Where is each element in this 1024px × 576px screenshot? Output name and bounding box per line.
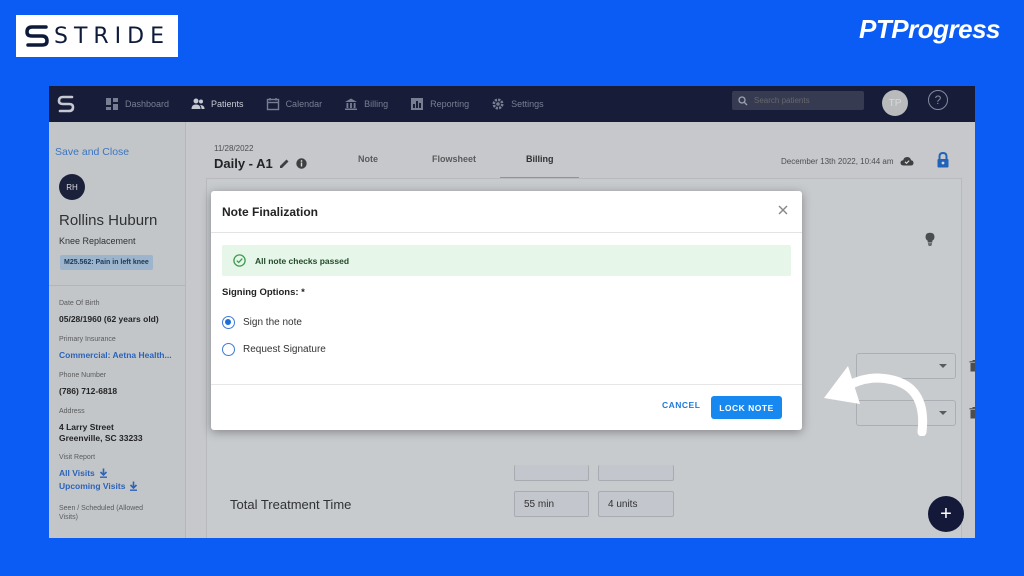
sign-note-option[interactable]: Sign the note bbox=[222, 316, 302, 329]
dialog-title: Note Finalization bbox=[222, 205, 318, 219]
request-signature-label: Request Signature bbox=[243, 344, 326, 355]
radio-unselected[interactable] bbox=[222, 343, 235, 356]
cancel-button[interactable]: CANCEL bbox=[662, 400, 700, 410]
curved-arrow-icon bbox=[824, 366, 928, 436]
stride-logo-text: STRIDE bbox=[53, 23, 171, 49]
dialog-footer-divider bbox=[211, 384, 802, 385]
request-signature-option[interactable]: Request Signature bbox=[222, 343, 326, 356]
checks-passed-banner: All note checks passed bbox=[222, 245, 791, 276]
sign-note-label: Sign the note bbox=[243, 317, 302, 328]
signing-options-label: Signing Options: * bbox=[222, 287, 305, 298]
stride-logo-mark-icon bbox=[25, 25, 49, 47]
radio-selected[interactable] bbox=[222, 316, 235, 329]
check-circle-icon bbox=[233, 254, 246, 267]
ptprogress-logo: PTProgress bbox=[859, 14, 1000, 44]
add-fab-button[interactable]: + bbox=[928, 496, 964, 532]
stride-logo: STRIDE bbox=[16, 15, 178, 57]
dialog-header: Note Finalization bbox=[211, 191, 802, 233]
checks-passed-text: All note checks passed bbox=[255, 255, 350, 266]
note-finalization-dialog: Note Finalization All note checks passed… bbox=[211, 191, 802, 430]
close-icon[interactable] bbox=[776, 203, 790, 217]
lock-note-button[interactable]: LOCK NOTE bbox=[711, 396, 782, 419]
